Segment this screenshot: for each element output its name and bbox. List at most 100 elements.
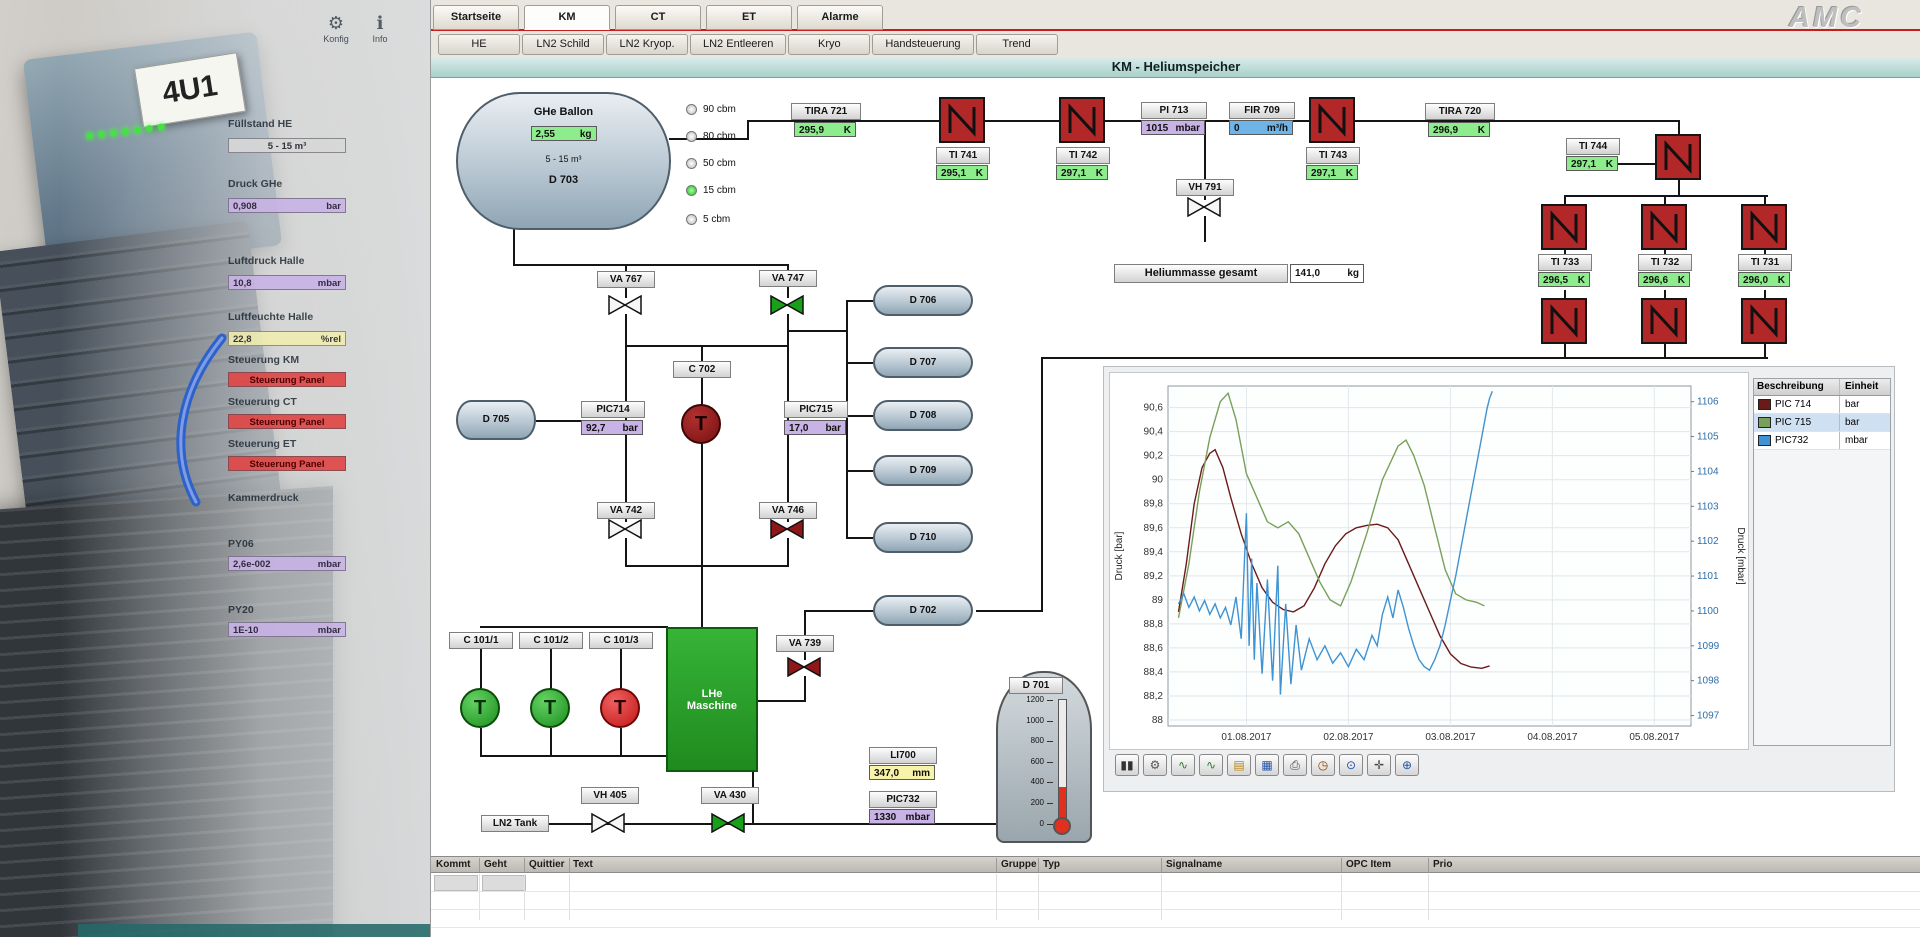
- legend-row-pic-715[interactable]: PIC 715bar: [1754, 414, 1890, 432]
- pipe: [846, 537, 873, 539]
- pump-c702[interactable]: T: [681, 404, 721, 444]
- pipe: [846, 470, 873, 472]
- curve-config-button[interactable]: ∿: [1171, 754, 1195, 776]
- instrument-label-ti733: TI 733: [1538, 254, 1592, 271]
- subtab-ln2-schild[interactable]: LN2 Schild: [522, 34, 604, 55]
- value-text: 297,1: [1061, 166, 1086, 179]
- settings-button[interactable]: ⚙: [1143, 754, 1167, 776]
- pipe: [480, 728, 482, 757]
- print-button[interactable]: ⎙: [1283, 754, 1307, 776]
- subtab-ln2-entleeren[interactable]: LN2 Entleeren: [690, 34, 786, 55]
- trend-chart[interactable]: 01.08.201702.08.201703.08.201704.08.2017…: [1109, 372, 1749, 750]
- volume-option-90-cbm[interactable]: 90 cbm: [686, 104, 736, 115]
- column-divider: [479, 874, 480, 920]
- vessel-d705: D 705: [456, 400, 536, 440]
- valve-va430-icon[interactable]: [711, 813, 745, 833]
- unit-text: mbar: [318, 557, 341, 570]
- pipe: [1618, 163, 1657, 165]
- compressor-c101-3[interactable]: T: [600, 688, 640, 728]
- save-button[interactable]: ▦: [1255, 754, 1279, 776]
- radio-icon: [686, 185, 697, 196]
- unit-text: K: [1478, 123, 1485, 136]
- alarm-table-body: [431, 874, 1920, 937]
- open-button[interactable]: ▤: [1227, 754, 1251, 776]
- pipe: [701, 345, 703, 567]
- volume-option-80-cbm[interactable]: 80 cbm: [686, 131, 736, 142]
- subtab-trend[interactable]: Trend: [976, 34, 1058, 55]
- svg-text:03.08.2017: 03.08.2017: [1425, 732, 1475, 743]
- value-text: 296,9: [1433, 123, 1458, 136]
- valve-vh405-icon[interactable]: [591, 813, 625, 833]
- column-divider: [1341, 858, 1342, 872]
- pipe: [480, 626, 668, 628]
- unit-text: K: [844, 123, 851, 136]
- valve-va746-icon[interactable]: [770, 519, 804, 539]
- konfig-button[interactable]: ⚙ Konfig: [316, 12, 356, 58]
- valve-vh791-icon[interactable]: [1187, 197, 1221, 217]
- legend-row-pic-714[interactable]: PIC 714 bar: [1754, 396, 1890, 414]
- legend-series-name: PIC 714: [1775, 396, 1811, 413]
- volume-option-15-cbm[interactable]: 15 cbm: [686, 185, 736, 196]
- compressor-c101-2[interactable]: T: [530, 688, 570, 728]
- legend-series-unit: mbar: [1840, 432, 1890, 449]
- time-range-button[interactable]: ◷: [1311, 754, 1335, 776]
- legend-series-name: PIC732: [1775, 432, 1808, 449]
- balloon-range: 5 - 15 m³: [458, 154, 669, 164]
- left-field-label-luftfeuchte-halle: Luftfeuchte Halle: [228, 311, 428, 323]
- scale-tick: [1047, 741, 1053, 742]
- pipe: [758, 700, 806, 702]
- zoom-button[interactable]: ⊙: [1339, 754, 1363, 776]
- column-divider: [996, 858, 997, 872]
- tab-alarme[interactable]: Alarme: [797, 5, 883, 30]
- tab-startseite[interactable]: Startseite: [433, 5, 519, 30]
- volume-option-50-cbm[interactable]: 50 cbm: [686, 158, 736, 169]
- level-indicator-bulb: [1053, 817, 1071, 835]
- balloon-tag: D 703: [458, 174, 669, 186]
- hmi-main: StartseiteKMCTETAlarme HELN2 SchildLN2 K…: [430, 0, 1920, 937]
- left-field-label-druck-ghe: Druck GHe: [228, 178, 428, 190]
- pipe: [701, 565, 703, 628]
- instrument-value-ti741: 295,1K: [936, 165, 988, 180]
- unit-text: mbar: [1176, 121, 1200, 134]
- info-button[interactable]: ℹ Info: [360, 12, 400, 58]
- radio-icon: [686, 214, 697, 225]
- vessel-d706: D 706: [873, 285, 973, 316]
- valve-va742-icon[interactable]: [608, 519, 642, 539]
- instrument-label-ti744: TI 744: [1566, 138, 1620, 155]
- column-divider: [1428, 858, 1429, 872]
- column-divider: [524, 874, 525, 920]
- legend-row-pic732[interactable]: PIC732 mbar: [1754, 432, 1890, 450]
- svg-text:88,4: 88,4: [1144, 667, 1164, 678]
- svg-text:89,2: 89,2: [1144, 571, 1164, 582]
- zoom-in-button[interactable]: ⊕: [1395, 754, 1419, 776]
- alarm-col-prio: Prio: [1433, 857, 1452, 872]
- compressor-c101-1[interactable]: T: [460, 688, 500, 728]
- tab-km[interactable]: KM: [524, 5, 610, 30]
- tab-et[interactable]: ET: [706, 5, 792, 30]
- subtab-kryo[interactable]: Kryo: [788, 34, 870, 55]
- subtab-ln2-kryop[interactable]: LN2 Kryop.: [606, 34, 688, 55]
- scale-value: 1200: [1012, 695, 1044, 704]
- valve-va767-icon[interactable]: [608, 295, 642, 315]
- tab-ct[interactable]: CT: [615, 5, 701, 30]
- value-text: 2,55: [536, 127, 555, 140]
- alarm-cell[interactable]: [482, 875, 526, 891]
- instrument-value-ti733: 296,5K: [1538, 272, 1590, 287]
- volume-option-5-cbm[interactable]: 5 cbm: [686, 214, 730, 225]
- svg-text:89,4: 89,4: [1144, 547, 1164, 558]
- subtab-he[interactable]: HE: [438, 34, 520, 55]
- curve-config-2-button[interactable]: ∿: [1199, 754, 1223, 776]
- pan-button[interactable]: ✛: [1367, 754, 1391, 776]
- valve-va747-icon[interactable]: [770, 295, 804, 315]
- svg-text:1102: 1102: [1697, 536, 1719, 547]
- radio-icon: [686, 104, 697, 115]
- svg-text:90,4: 90,4: [1144, 427, 1164, 438]
- alarm-cell[interactable]: [434, 875, 478, 891]
- scale-tick: [1047, 803, 1053, 804]
- valve-va739-icon[interactable]: [787, 657, 821, 677]
- subtab-handsteuerung[interactable]: Handsteuerung: [872, 34, 973, 55]
- pause-button[interactable]: ▮▮: [1115, 754, 1139, 776]
- legend-series-unit: bar: [1840, 396, 1890, 413]
- value-text: 1330: [874, 810, 896, 823]
- pipe: [480, 648, 482, 692]
